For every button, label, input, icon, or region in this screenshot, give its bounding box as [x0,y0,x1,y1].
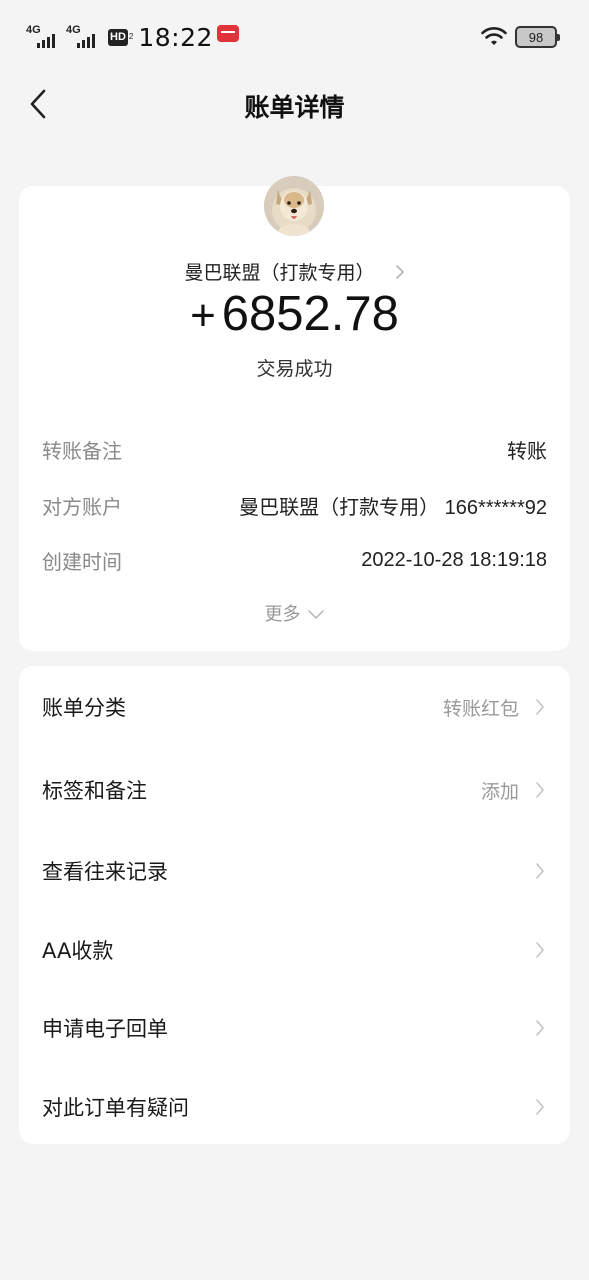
list-item-tags-notes[interactable]: 标签和备注 添加 [19,751,570,829]
list-item-history[interactable]: 查看往来记录 [19,832,570,910]
status-right: 98 [481,26,560,48]
status-bar: 4G 4G HD 2 18:22 98 [0,0,589,70]
detail-label: 对方账户 [42,494,122,519]
list-item-e-receipt[interactable]: 申请电子回单 [19,989,570,1067]
list-item-aa-collect[interactable]: AA收款 [19,911,570,989]
hd-label: HD [108,28,128,46]
list-item-label: 账单分类 [42,696,126,720]
more-label: 更多 [264,604,301,625]
actions-card: 账单分类 转账红包 标签和备注 添加 查看往来记录 AA收款 申请电子回单 对此… [19,666,570,1144]
transaction-card: 曼巴联盟（打款专用） +6852.78 交易成功 转账备注 转账 对方账户 曼巴… [19,176,570,651]
detail-row-created-time: 创建时间 2022-10-28 18:19:18 [42,545,547,575]
list-item-label: 申请电子回单 [42,1017,168,1041]
status-time: 18:22 [138,22,213,52]
chevron-right-icon [533,940,547,960]
avatar[interactable] [264,176,324,236]
page-title: 账单详情 [244,93,345,122]
chevron-down-icon [307,610,324,619]
list-item-order-question[interactable]: 对此订单有疑问 [19,1068,570,1146]
status-left: 4G 4G HD 2 18:22 [26,22,239,52]
chevron-right-icon [533,697,547,717]
dog-avatar-image [264,176,324,236]
list-item-value: 添加 [480,780,519,803]
list-item-label: 对此订单有疑问 [42,1096,189,1120]
list-item-value: 转账红包 [442,697,519,720]
detail-label: 转账备注 [42,438,122,463]
signal-icon: 4G [26,24,62,50]
battery-icon: 98 [515,26,560,48]
amount-sign: + [190,291,216,340]
detail-row-remark: 转账备注 转账 [42,434,547,464]
detail-label: 创建时间 [42,549,122,574]
chevron-right-icon [395,263,405,285]
list-item-bill-category[interactable]: 账单分类 转账红包 [19,668,570,746]
detail-value: 曼巴联盟（打款专用） 166******92 [239,496,547,519]
more-button[interactable]: 更多 [19,600,570,626]
amount-value: 6852.78 [221,287,399,341]
wifi-icon [481,27,507,45]
detail-value: 2022-10-28 18:19:18 [361,548,547,571]
chevron-right-icon [533,1018,547,1038]
chevron-right-icon [533,780,547,800]
hd-voice-icon: HD 2 [108,28,134,46]
nav-header: 账单详情 [0,70,589,150]
battery-level: 98 [528,29,544,45]
chevron-right-icon [533,861,547,881]
list-item-label: 标签和备注 [42,779,147,803]
transaction-status: 交易成功 [256,358,333,380]
hd-sub-label: 2 [128,32,134,41]
list-item-label: 查看往来记录 [42,860,168,884]
payee-name[interactable]: 曼巴联盟（打款专用） [19,258,570,285]
detail-row-counterparty: 对方账户 曼巴联盟（打款专用） 166******92 [42,490,547,520]
payee-label: 曼巴联盟（打款专用） [184,262,375,284]
detail-value: 转账 [507,440,547,463]
amount: +6852.78 [19,286,570,342]
chevron-right-icon [533,1097,547,1117]
signal-icon: 4G [66,24,102,50]
notification-app-icon [216,24,239,42]
list-item-label: AA收款 [42,939,114,963]
